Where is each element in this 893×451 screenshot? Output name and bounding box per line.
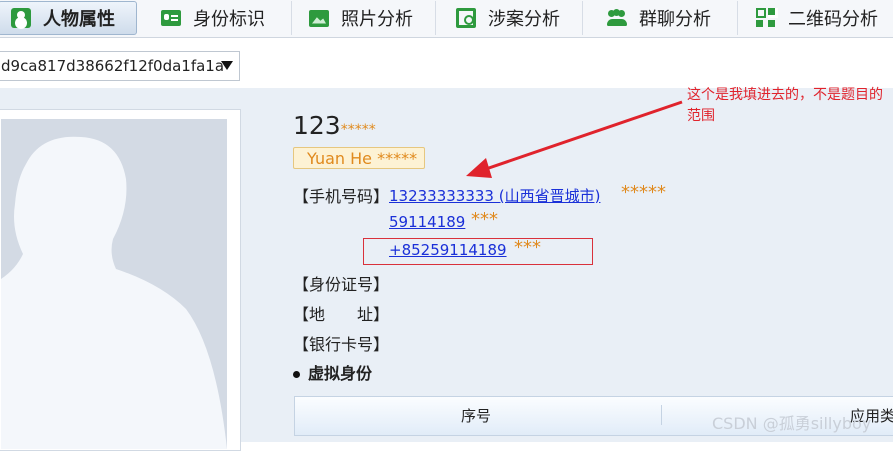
tab-person-attributes[interactable]: 人物属性 [0, 1, 137, 35]
tab-label: 涉案分析 [488, 9, 560, 30]
person-profile-panel: 123***** Yuan He ***** 【手机号码】 1323333333… [0, 87, 893, 451]
tab-case-analysis[interactable]: 涉案分析 [436, 1, 583, 35]
tab-qr-code-analysis[interactable]: 二维码分析 [738, 1, 893, 35]
dropdown-arrow-icon[interactable] [221, 61, 233, 70]
annotation-arrow-icon [466, 100, 683, 178]
watermark: CSDN @孤勇sillyboy [712, 414, 872, 433]
tab-label: 群聊分析 [639, 9, 711, 30]
annotation-note: 这个是我填进去的，不是题目的范围 [687, 87, 883, 124]
evidence-id-select[interactable]: d9ca817d38662f12f0da1fa1a [0, 51, 240, 81]
tab-label: 身份标识 [193, 9, 265, 30]
evidence-id-value: d9ca817d38662f12f0da1fa1a [1, 57, 225, 75]
tab-group-chat-analysis[interactable]: 群聊分析 [583, 1, 738, 35]
id-card-icon [161, 10, 181, 26]
person-icon [11, 8, 31, 28]
tab-identity[interactable]: 身份标识 [141, 1, 292, 35]
group-icon [607, 8, 627, 28]
module-toolbar: 人物属性 身份标识 照片分析 涉案分析 群聊分析 二维码分析 [0, 0, 893, 38]
case-search-icon [456, 8, 476, 28]
qr-code-icon [756, 8, 776, 28]
tab-photo-analysis[interactable]: 照片分析 [292, 1, 436, 35]
id-selector-row: d9ca817d38662f12f0da1fa1a [0, 38, 893, 88]
tab-label: 照片分析 [341, 9, 413, 30]
tab-label: 二维码分析 [788, 9, 878, 30]
tab-label: 人物属性 [43, 9, 115, 30]
photo-icon [309, 9, 329, 27]
